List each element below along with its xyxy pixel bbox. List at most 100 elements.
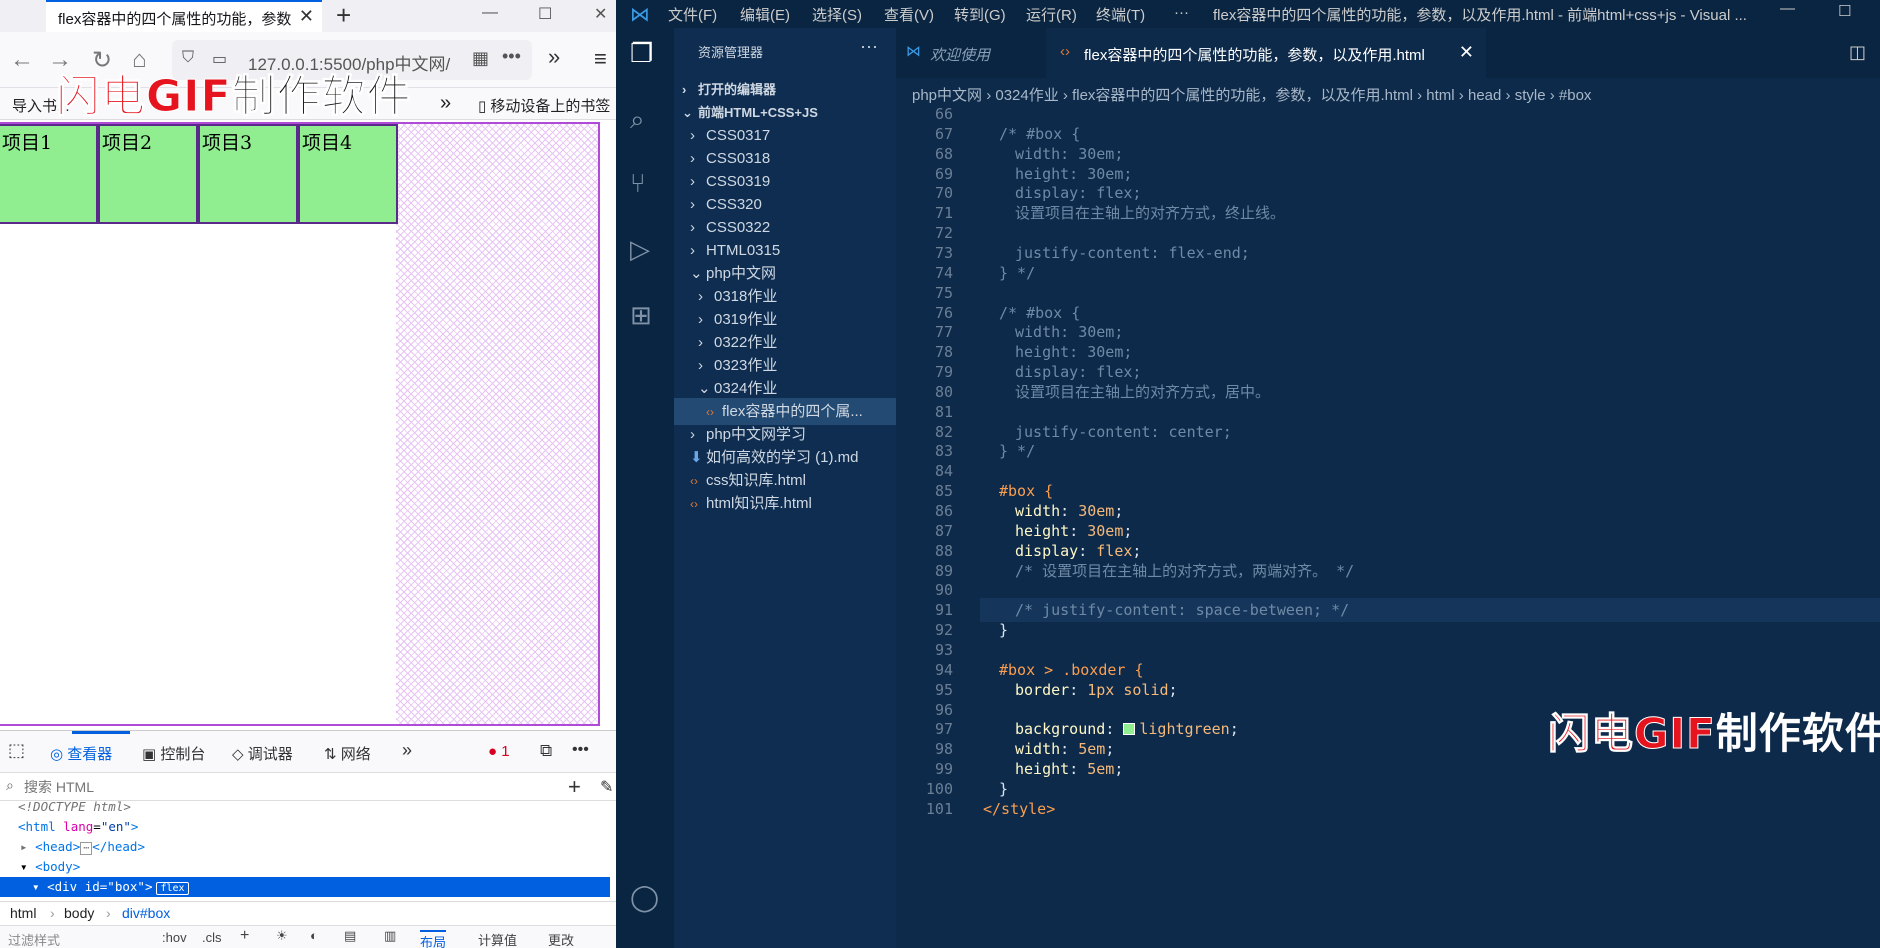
tab-welcome[interactable]: ⋈ 欢迎使用: [896, 28, 1046, 78]
tree-html[interactable]: <html lang="en">: [0, 817, 610, 837]
css-value: 5em: [1087, 760, 1115, 779]
extensions-icon[interactable]: ⊞: [630, 300, 652, 331]
eyedropper-icon[interactable]: ✎: [600, 777, 613, 797]
dark-theme-icon[interactable]: ◐: [310, 928, 318, 943]
breadcrumb-item[interactable]: html: [1426, 87, 1454, 104]
tab-changes[interactable]: 更改: [548, 930, 574, 948]
code-punctuation: :: [1060, 740, 1079, 759]
code-line: height: 5em;: [1015, 757, 1123, 781]
panel-toggle-icon[interactable]: ▥: [384, 928, 396, 944]
close-tab-icon[interactable]: ✕: [299, 6, 314, 27]
css-property: width: [1015, 502, 1061, 520]
hamburger-menu-icon[interactable]: ≡: [594, 46, 607, 72]
breadcrumb-item[interactable]: #box: [1559, 87, 1592, 104]
tree-file[interactable]: ‹› html知识库.html: [674, 490, 896, 517]
devtools-menu-icon[interactable]: •••: [572, 741, 589, 759]
new-tab-button[interactable]: +: [336, 0, 351, 31]
breadcrumb-item[interactable]: head: [1468, 87, 1501, 104]
tree-body[interactable]: ▾ <body>: [0, 857, 610, 877]
page-actions-icon[interactable]: •••: [502, 46, 521, 67]
menu-selection[interactable]: 选择(S): [812, 4, 862, 25]
code-line: /* 设置项目在主轴上的对齐方式，两端对齐。 */: [1015, 561, 1355, 580]
line-number: 101: [925, 799, 953, 818]
code-view[interactable]: 66 67/* #box {68 width: 30em; 69 height: 30e…: [896, 106, 1880, 948]
breadcrumb-item[interactable]: 0324作业: [995, 87, 1058, 104]
bookmark-mobile[interactable]: ▯ 移动设备上的书签: [478, 95, 610, 116]
tree-item-label: css知识库.html: [706, 472, 807, 489]
flex-badge[interactable]: flex: [156, 882, 189, 895]
breadcrumb-item[interactable]: flex容器中的四个属性的功能，参数，以及作用.html: [1072, 87, 1413, 104]
tab-network[interactable]: ⇅ 网络: [324, 743, 371, 764]
split-editor-icon[interactable]: ◫: [1849, 42, 1866, 63]
watermark-part1: 闪电GIF: [56, 71, 232, 123]
cls-toggle[interactable]: .cls: [202, 930, 222, 945]
tab-console[interactable]: ▣ 控制台: [142, 743, 205, 764]
back-icon[interactable]: ←: [10, 46, 34, 74]
error-count: 1: [501, 743, 510, 760]
close-window-icon[interactable]: ✕: [594, 4, 607, 24]
run-debug-icon[interactable]: ▷: [630, 234, 650, 265]
tab-layout[interactable]: 布局: [420, 930, 447, 948]
menu-file[interactable]: 文件(F): [668, 4, 717, 25]
hov-toggle[interactable]: :hov: [162, 930, 187, 945]
code-punctuation: ;: [1114, 760, 1124, 779]
overflow-icon[interactable]: »: [548, 44, 560, 70]
tab-inspector[interactable]: ◎ 查看器: [50, 743, 112, 764]
filter-styles-input[interactable]: 过滤样式: [8, 930, 60, 948]
editor-breadcrumb: php中文网 › 0324作业 › flex容器中的四个属性的功能，参数，以及作…: [896, 78, 1880, 106]
code-punctuation: ;: [1168, 680, 1178, 699]
breadcrumb-separator: ›: [1058, 87, 1073, 104]
maximize-icon[interactable]: ☐: [1838, 2, 1851, 20]
tree-div-box-selected[interactable]: ▾ <div id="box"> flex: [0, 877, 610, 897]
explorer-more-icon[interactable]: ···: [860, 36, 878, 57]
explorer-icon[interactable]: ❐: [630, 38, 653, 69]
search-html-input[interactable]: [24, 777, 524, 797]
minimize-icon[interactable]: —: [1780, 0, 1795, 17]
bookmarks-more-icon[interactable]: »: [440, 92, 451, 115]
breadcrumb-item[interactable]: php中文网: [912, 87, 982, 104]
mobile-device-icon: ▯: [478, 98, 491, 115]
active-tab-indicator: [72, 731, 130, 734]
crumb-html[interactable]: html: [10, 905, 36, 921]
menu-more[interactable]: ···: [1174, 4, 1189, 21]
maximize-icon[interactable]: ☐: [538, 4, 552, 24]
menu-run[interactable]: 运行(R): [1026, 4, 1077, 25]
pick-element-icon[interactable]: ⬚: [8, 740, 25, 761]
close-tab-icon[interactable]: ✕: [1459, 42, 1474, 63]
activity-bar: ❐ ⌕ ⑂ ▷ ⊞ ◯: [616, 28, 674, 948]
tab-computed[interactable]: 计算值: [478, 930, 517, 948]
tree-item-label: HTML0315: [706, 242, 781, 259]
light-theme-icon[interactable]: ☀: [276, 928, 288, 944]
breadcrumb-item[interactable]: style: [1515, 87, 1546, 104]
tree-doctype[interactable]: <!DOCTYPE html>: [0, 797, 610, 817]
more-tabs-icon[interactable]: »: [402, 740, 412, 761]
menu-view[interactable]: 查看(V): [884, 4, 934, 25]
menu-edit[interactable]: 编辑(E): [740, 4, 790, 25]
rules-toolbar: 过滤样式 :hov .cls + ☀ ◐ ▤ ▥ 布局 计算值 更改: [0, 925, 616, 948]
crumb-body[interactable]: body: [64, 905, 94, 921]
css-value: flex: [1096, 541, 1133, 560]
qr-code-icon[interactable]: ▦: [472, 48, 489, 69]
explorer-sidebar: 资源管理器 ··· › 打开的编辑器 ⌄ 前端HTML+CSS+JS › CSS031…: [674, 28, 896, 948]
tree-head[interactable]: ▸ <head> ⋯ </head>: [0, 837, 610, 857]
menu-terminal[interactable]: 终端(T): [1096, 4, 1145, 25]
color-swatch[interactable]: [1123, 723, 1136, 736]
code-line: justify-content: center;: [1015, 422, 1232, 441]
minimize-icon[interactable]: —: [482, 4, 498, 22]
menu-goto[interactable]: 转到(G): [954, 4, 1006, 25]
source-control-icon[interactable]: ⑂: [630, 168, 646, 199]
responsive-mode-icon[interactable]: ⧉: [540, 741, 552, 761]
account-icon[interactable]: ◯: [630, 882, 659, 913]
print-media-icon[interactable]: ▤: [344, 928, 356, 944]
tab-active-file[interactable]: ‹› flex容器中的四个属性的功能，参数，以及作用.html ✕: [1046, 28, 1486, 78]
tree-html-tag: html: [25, 819, 56, 834]
crumb-div-box[interactable]: div#box: [122, 905, 170, 921]
vscode-window: ⋈ 文件(F) 编辑(E) 选择(S) 查看(V) 转到(G) 运行(R) 终端…: [616, 0, 1880, 948]
css-value: lightgreen: [1139, 720, 1230, 739]
add-rule-icon[interactable]: +: [240, 927, 249, 945]
error-count-badge[interactable]: ● 1: [488, 743, 510, 760]
code-punctuation: :: [1069, 680, 1088, 699]
search-icon[interactable]: ⌕: [630, 104, 645, 136]
browser-tab[interactable]: flex容器中的四个属性的功能，参数 ✕: [46, 0, 322, 32]
tab-debugger[interactable]: ◇ 调试器: [232, 743, 293, 764]
